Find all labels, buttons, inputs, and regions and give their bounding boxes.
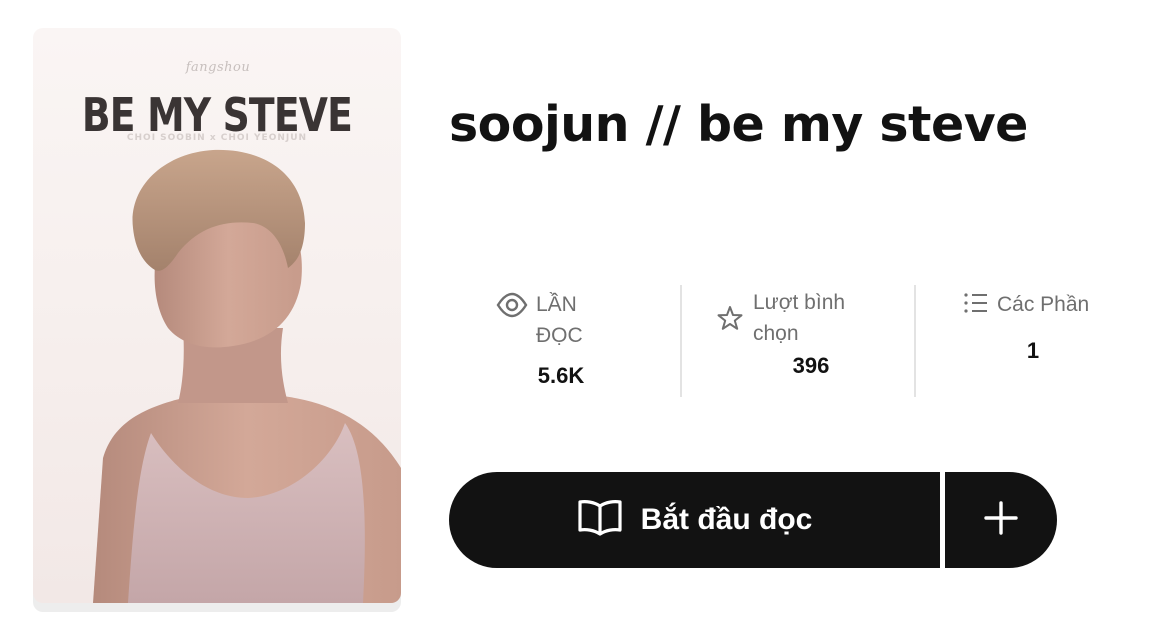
book-open-icon [577,498,623,543]
list-icon [963,289,989,326]
stat-reads-label: LẦN ĐỌC [536,293,583,347]
stat-parts-label-row: Các Phần [963,289,1103,326]
stat-reads-label-row: LẦN ĐỌC [496,289,626,351]
stat-divider [680,285,682,397]
stat-reads-value: 5.6K [537,363,585,388]
story-title: soojun // be my steve [449,96,1028,153]
plus-icon [983,500,1019,541]
start-reading-label: Bắt đầu đọc [640,503,813,536]
story-detail-page: fangshou BE MY STEVE CHOI SOOBIN x CHOI … [0,0,1164,636]
cover-subtitle: CHOI SOOBIN x CHOI YEONJUN [126,133,308,143]
stat-votes-value: 396 [792,353,830,378]
add-to-library-button[interactable] [945,472,1057,568]
star-icon [717,305,743,340]
stat-reads: LẦN ĐỌC 5.6K [496,289,626,391]
stat-parts: Các Phần 1 [963,289,1103,366]
cover-signature: fangshou [185,60,251,75]
stat-divider [914,285,916,397]
stat-parts-label: Các Phần [997,293,1090,316]
stat-votes-label-row: Lượt bình chọn [717,287,877,349]
stat-votes-label: Lượt bình chọn [753,291,846,345]
story-stats: LẦN ĐỌC 5.6K Lượt bình chọn 396 Các Phần… [449,285,1149,397]
stat-votes: Lượt bình chọn 396 [717,287,877,381]
eye-icon [496,289,528,330]
start-reading-button[interactable]: Bắt đầu đọc [449,472,940,568]
stat-parts-value: 1 [1026,338,1040,363]
story-cover[interactable]: fangshou BE MY STEVE CHOI SOOBIN x CHOI … [33,28,401,603]
